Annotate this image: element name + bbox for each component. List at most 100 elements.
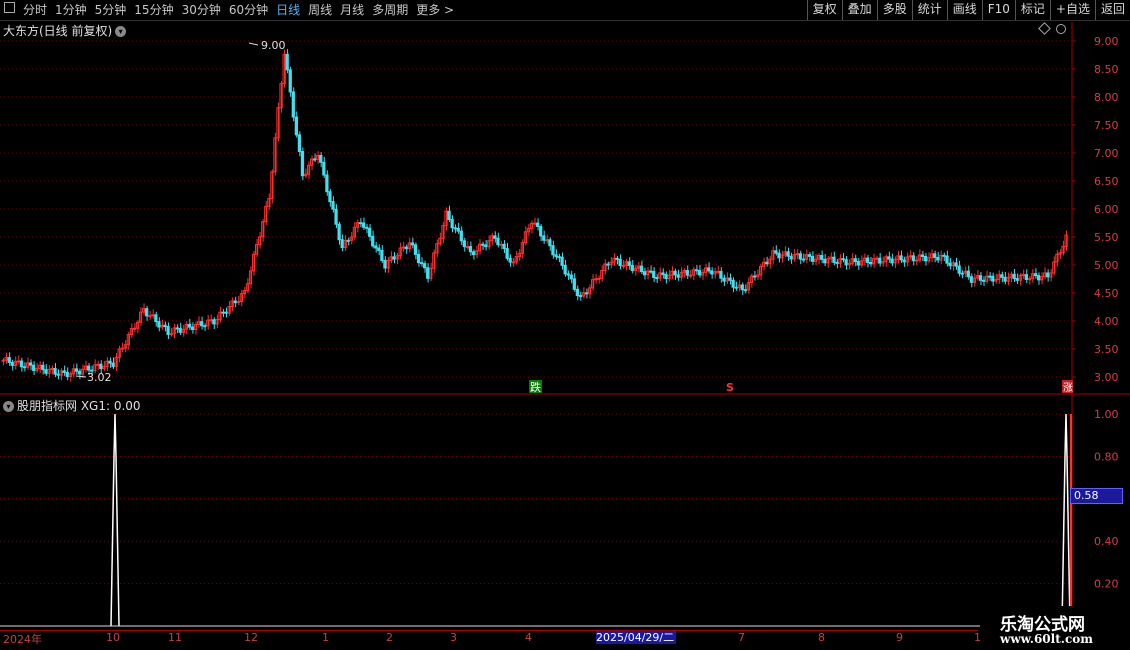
indicator-spike (1061, 413, 1071, 627)
price-tick-label: 4.00 (1094, 315, 1119, 328)
candle-body (572, 278, 576, 290)
indicator-tick-label: 0.20 (1094, 578, 1119, 591)
candle-body (841, 258, 845, 261)
candle-body (111, 362, 115, 367)
candle-body (505, 248, 509, 259)
candle-body (697, 269, 702, 276)
candle-body (41, 364, 45, 371)
candle-body (673, 270, 677, 276)
candle-body (285, 53, 289, 71)
date-label: 2024年 (3, 633, 42, 646)
candle-body (627, 261, 631, 266)
candle-body (28, 362, 33, 366)
candle-body (401, 246, 405, 249)
candle-body (865, 257, 870, 263)
candle-body (371, 235, 375, 247)
candle-body (694, 269, 699, 272)
candle-body (1000, 274, 1004, 278)
candle-body (132, 327, 137, 330)
candle-body (945, 255, 949, 264)
chevron-down-icon[interactable]: ▾ (3, 401, 14, 412)
candle-body (578, 295, 583, 298)
candle-body (297, 134, 302, 153)
candle-body (16, 360, 21, 363)
candle-body (899, 255, 903, 261)
candle-body (313, 158, 317, 161)
candle-body (1027, 278, 1032, 281)
candle-body (988, 275, 992, 278)
candle-body (423, 263, 427, 269)
date-label: 1 (322, 631, 329, 644)
candle-body (853, 258, 857, 263)
candle-body (99, 363, 103, 370)
indicator-tick-label: 1.00 (1094, 408, 1119, 421)
candle-body (328, 191, 332, 203)
candle-body (621, 264, 625, 267)
candle-body (649, 270, 653, 273)
candle-body (74, 368, 79, 372)
candle-body (584, 292, 589, 295)
s-marker: S (726, 381, 734, 394)
price-tick-label: 6.00 (1094, 203, 1119, 216)
candle-body (383, 259, 387, 269)
candle-body (914, 259, 919, 262)
candle-body (163, 324, 167, 328)
price-tick-label: 7.50 (1094, 119, 1119, 132)
candle-body (212, 319, 216, 325)
candle-body (203, 325, 207, 328)
candle-body (716, 270, 720, 273)
candle-body (481, 243, 485, 246)
candle-body (981, 279, 986, 282)
candle-body (688, 274, 693, 277)
candle-body (157, 321, 161, 328)
candle-body (823, 258, 827, 264)
candle-body (200, 321, 204, 327)
candle-body (331, 201, 335, 210)
candle-body (887, 256, 891, 260)
candle-body (166, 326, 170, 335)
candle-body (77, 370, 82, 375)
candle-body (734, 286, 738, 289)
candle-body (410, 242, 415, 246)
candle-body (468, 246, 473, 253)
candle-body (532, 222, 537, 225)
candle-body (1, 359, 5, 362)
date-label: 2 (386, 631, 393, 644)
price-tick-label: 4.50 (1094, 287, 1119, 300)
candle-body (511, 261, 515, 264)
candle-body (707, 267, 711, 272)
candle-body (594, 278, 598, 281)
candle-body (233, 300, 237, 304)
candle-body (413, 244, 418, 255)
candle-body (44, 369, 48, 374)
price-tick-label: 9.00 (1094, 35, 1119, 48)
candle-body (175, 327, 179, 330)
price-tick-label: 8.00 (1094, 91, 1119, 104)
price-tick-label: 5.00 (1094, 259, 1119, 272)
candle-body (554, 254, 558, 258)
price-tick-label: 3.50 (1094, 343, 1119, 356)
candle-body (334, 208, 338, 225)
candle-body (496, 237, 500, 246)
candle-body (65, 371, 69, 378)
kline-chart[interactable]: 9.00 8.50 8.00 7.50 7.00 6.50 6.00 5.50 5.00 4.50… (0, 0, 1130, 650)
candle-body (548, 239, 552, 247)
candle-body (462, 240, 466, 248)
candle-body (719, 270, 723, 279)
candle-body (978, 275, 983, 281)
candle-body (145, 308, 149, 317)
candle-body (377, 247, 381, 251)
candle-body (120, 347, 124, 350)
candle-body (154, 314, 158, 323)
candle-body (890, 258, 894, 264)
candle-body (542, 235, 546, 241)
candle-body (933, 253, 937, 258)
candle-body (322, 161, 326, 176)
candle-body (1024, 274, 1028, 281)
candle-body (615, 257, 619, 260)
indicator-label: 股朋指标网 XG1: 0.00 (17, 399, 141, 413)
up-marker: 涨 (1063, 382, 1073, 394)
date-label: 10 (106, 631, 120, 644)
date-label: 11 (168, 631, 182, 644)
candle-body (685, 270, 689, 276)
